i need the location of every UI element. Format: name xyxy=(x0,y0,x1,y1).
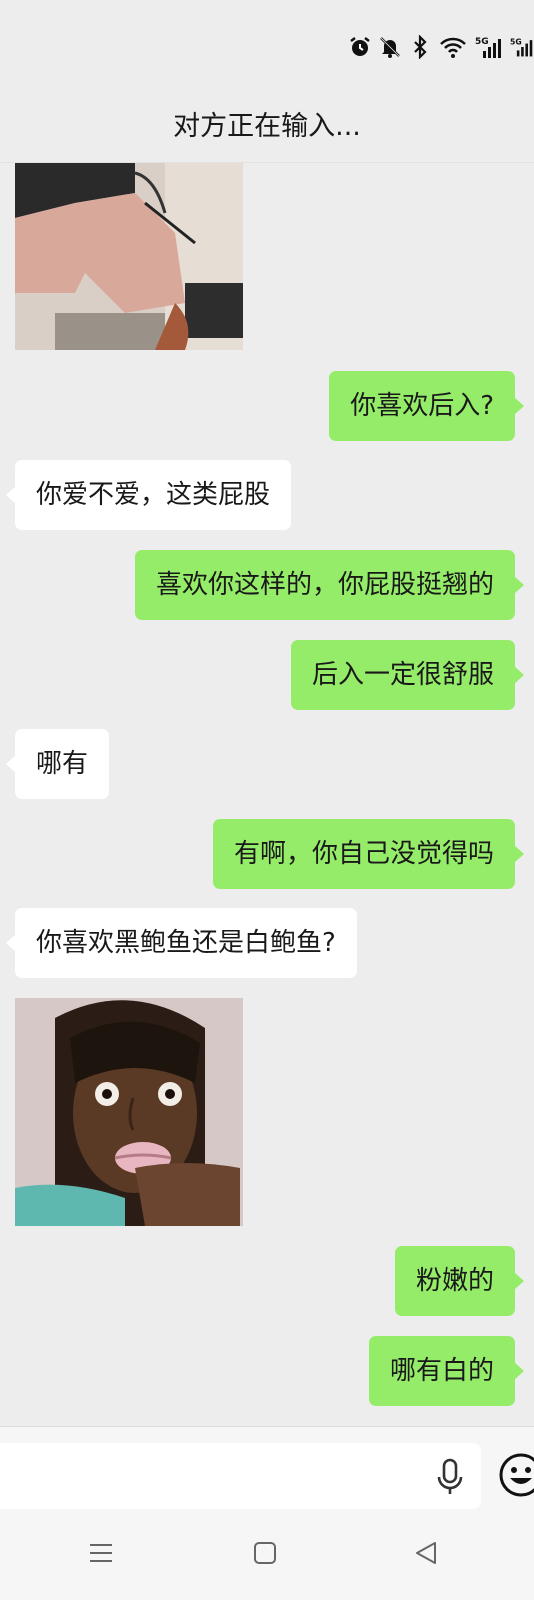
message-bubble-outgoing[interactable]: 哪有白的 xyxy=(368,1336,525,1406)
message-bubble-incoming[interactable]: 你爱不爱，这类屁股 xyxy=(5,460,292,530)
status-icons: 5G 5G xyxy=(348,32,534,62)
message-bubble-outgoing[interactable]: 你喜欢后入? xyxy=(329,371,524,441)
input-bar xyxy=(0,1426,534,1513)
photo-image-graphic xyxy=(15,163,243,350)
signal-5g-icon: 5G xyxy=(510,37,533,57)
back-triangle-icon[interactable] xyxy=(411,1538,441,1568)
message-input[interactable] xyxy=(0,1443,481,1509)
message-bubble-outgoing[interactable]: 粉嫩的 xyxy=(394,1246,525,1316)
wifi-icon xyxy=(440,37,466,58)
message-bubble-outgoing[interactable]: 后入一定很舒服 xyxy=(290,640,525,710)
home-square-icon[interactable] xyxy=(250,1538,280,1568)
system-nav-bar xyxy=(0,1512,534,1600)
photo-image[interactable] xyxy=(15,163,243,350)
svg-text:5G: 5G xyxy=(510,37,522,46)
chat-header: 对方正在输入... xyxy=(0,80,534,163)
page-title: 对方正在输入... xyxy=(173,111,361,142)
menu-icon[interactable] xyxy=(86,1538,116,1568)
emoji-icon[interactable] xyxy=(497,1451,534,1499)
svg-text:5G: 5G xyxy=(475,37,489,47)
meme-face-image-graphic xyxy=(15,998,243,1226)
message-bubble-outgoing[interactable]: 有啊，你自己没觉得吗 xyxy=(212,819,525,889)
meme-face-image[interactable] xyxy=(15,998,243,1226)
signal-5g-icon: 5G xyxy=(475,37,501,58)
alarm-icon xyxy=(350,37,370,56)
message-bubble-incoming[interactable]: 你喜欢黑鲍鱼还是白鲍鱼? xyxy=(6,908,357,978)
message-bubble-outgoing[interactable]: 喜欢你这样的，你屁股挺翘的 xyxy=(134,550,525,620)
status-bar: 5G 5G xyxy=(0,0,534,80)
mic-icon[interactable] xyxy=(434,1457,466,1497)
bluetooth-icon xyxy=(414,35,427,59)
message-bubble-incoming[interactable]: 哪有 xyxy=(5,729,110,799)
chat-screen: 5G 5G 对方正在输入... 你喜欢后入? 你爱不爱，这类屁股 喜欢你这样的，… xyxy=(0,0,534,1600)
muted-bell-icon xyxy=(380,37,400,58)
